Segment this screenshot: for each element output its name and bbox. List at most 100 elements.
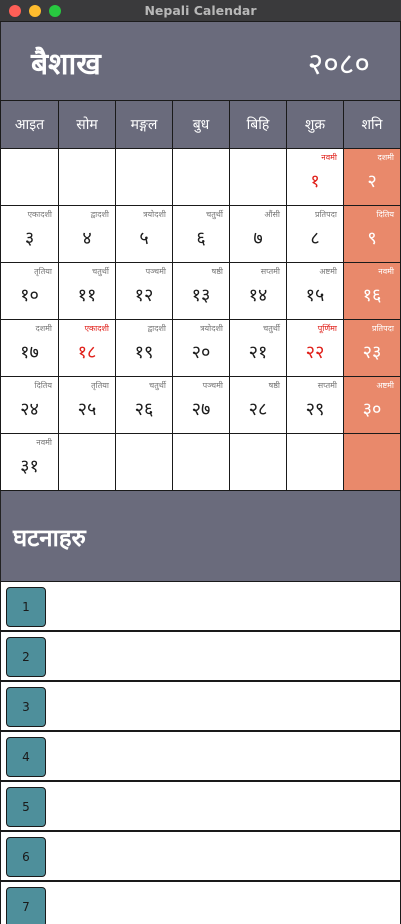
calendar-day-cell[interactable]: प्रतिपदा ८: [286, 206, 343, 263]
tithi-label: प्रतिपदा: [371, 324, 394, 333]
weekday-wednesday: बुध: [172, 101, 229, 149]
day-number: ७: [253, 228, 263, 249]
day-number: ३: [24, 228, 35, 249]
tithi-label: दितिय: [376, 210, 394, 219]
calendar-day-cell[interactable]: चतुर्थी २१: [229, 320, 286, 377]
calendar-day-cell[interactable]: पञ्चमी २७: [172, 377, 229, 434]
calendar-day-cell[interactable]: दितिय २४: [0, 377, 58, 434]
event-row[interactable]: 2: [0, 631, 401, 681]
weekday-friday: शुक्र: [286, 101, 343, 149]
tithi-label: सप्तमी: [317, 381, 337, 390]
tithi-label: षष्ठी: [268, 381, 280, 390]
tithi-label: चतुर्थी: [149, 381, 166, 390]
day-number: ९: [367, 228, 377, 249]
tithi-label: चतुर्थी: [206, 210, 223, 219]
day-number: २०: [191, 342, 211, 363]
event-number-button[interactable]: 5: [6, 787, 46, 827]
day-number: २५: [77, 399, 97, 420]
day-number: १६: [362, 285, 382, 306]
day-number: २: [367, 171, 377, 192]
calendar-empty-cell: [343, 434, 401, 491]
day-number: १५: [305, 285, 325, 306]
event-number-button[interactable]: 3: [6, 687, 46, 727]
day-number: १४: [248, 285, 268, 306]
day-number: ३०: [362, 399, 382, 420]
day-number: २४: [20, 399, 39, 420]
calendar-day-cell[interactable]: दितिय ९: [343, 206, 401, 263]
calendar-day-cell[interactable]: चतुर्थी ११: [58, 263, 115, 320]
year-label: २०८०: [307, 47, 370, 82]
calendar-day-cell[interactable]: नवमी १६: [343, 263, 401, 320]
day-number: ५: [139, 228, 149, 249]
calendar-day-cell[interactable]: अष्टमी १५: [286, 263, 343, 320]
calendar-day-cell[interactable]: चतुर्थी ६: [172, 206, 229, 263]
tithi-label: एकादशी: [27, 210, 52, 219]
calendar-day-cell[interactable]: सप्तमी २९: [286, 377, 343, 434]
day-number: १८: [77, 342, 97, 363]
calendar-day-cell[interactable]: षष्ठी १३: [172, 263, 229, 320]
day-number: २६: [134, 399, 154, 420]
calendar-day-cell[interactable]: चतुर्थी २६: [115, 377, 172, 434]
day-number: १७: [20, 342, 39, 363]
tithi-label: औंसी: [264, 210, 280, 219]
calendar-day-cell[interactable]: दशमी २: [343, 149, 401, 206]
calendar-day-cell[interactable]: प्रतिपदा २३: [343, 320, 401, 377]
tithi-label: अष्टमी: [376, 381, 394, 390]
weekday-monday: सोम: [58, 101, 115, 149]
tithi-label: नवमी: [36, 438, 52, 447]
event-row[interactable]: 5: [0, 781, 401, 831]
calendar-day-cell[interactable]: त्रयोदशी २०: [172, 320, 229, 377]
tithi-label: दशमी: [377, 153, 394, 162]
calendar-day-cell[interactable]: एकादशी १८: [58, 320, 115, 377]
calendar-day-cell[interactable]: तृतिया २५: [58, 377, 115, 434]
day-number: १०: [20, 285, 39, 306]
event-row[interactable]: 6: [0, 831, 401, 881]
day-number: २८: [248, 399, 268, 420]
tithi-label: त्रयोदशी: [200, 324, 223, 333]
calendar-empty-cell: [115, 149, 172, 206]
calendar-day-cell[interactable]: सप्तमी १४: [229, 263, 286, 320]
events-header: घटनाहरु: [0, 491, 401, 581]
calendar-day-cell[interactable]: अष्टमी ३०: [343, 377, 401, 434]
day-number: १२: [134, 285, 154, 306]
calendar-day-cell[interactable]: एकादशी ३: [0, 206, 58, 263]
weekday-header-row: आइत सोम मङ्गल बुध बिहि शुक्र शनि: [0, 100, 401, 149]
event-row[interactable]: 3: [0, 681, 401, 731]
events-title: घटनाहरु: [13, 524, 86, 552]
event-number-button[interactable]: 6: [6, 837, 46, 877]
month-header: बैशाख २०८०: [0, 22, 401, 100]
event-number-button[interactable]: 7: [6, 887, 46, 924]
calendar-day-cell[interactable]: नवमी ३१: [0, 434, 58, 491]
calendar-day-cell[interactable]: तृतिया १०: [0, 263, 58, 320]
event-row[interactable]: 1: [0, 581, 401, 631]
event-row[interactable]: 7: [0, 881, 401, 924]
weekday-thursday: बिहि: [229, 101, 286, 149]
tithi-label: द्वादशी: [90, 210, 109, 219]
tithi-label: अष्टमी: [319, 267, 337, 276]
event-number-button[interactable]: 4: [6, 737, 46, 777]
calendar-day-cell[interactable]: पञ्चमी १२: [115, 263, 172, 320]
calendar-day-cell[interactable]: पूर्णिमा २२: [286, 320, 343, 377]
day-number: १३: [191, 285, 211, 306]
calendar-day-cell[interactable]: औंसी ७: [229, 206, 286, 263]
day-number: २७: [191, 399, 211, 420]
calendar-day-cell[interactable]: षष्ठी २८: [229, 377, 286, 434]
calendar-day-cell[interactable]: दशमी १७: [0, 320, 58, 377]
calendar-empty-cell: [172, 149, 229, 206]
calendar-day-cell[interactable]: द्वादशी १९: [115, 320, 172, 377]
tithi-label: पञ्चमी: [145, 267, 166, 276]
title-bar[interactable]: Nepali Calendar: [0, 0, 401, 22]
tithi-label: दशमी: [35, 324, 52, 333]
event-number-button[interactable]: 2: [6, 637, 46, 677]
calendar-day-cell[interactable]: त्रयोदशी ५: [115, 206, 172, 263]
calendar-day-cell[interactable]: द्वादशी ४: [58, 206, 115, 263]
tithi-label: तृतिया: [91, 381, 109, 390]
tithi-label: सप्तमी: [260, 267, 280, 276]
tithi-label: एकादशी: [84, 324, 109, 333]
calendar-day-cell[interactable]: नवमी १: [286, 149, 343, 206]
event-number-button[interactable]: 1: [6, 587, 46, 627]
event-row[interactable]: 4: [0, 731, 401, 781]
day-number: १९: [134, 342, 154, 363]
calendar-empty-cell: [229, 434, 286, 491]
tithi-label: पञ्चमी: [202, 381, 223, 390]
